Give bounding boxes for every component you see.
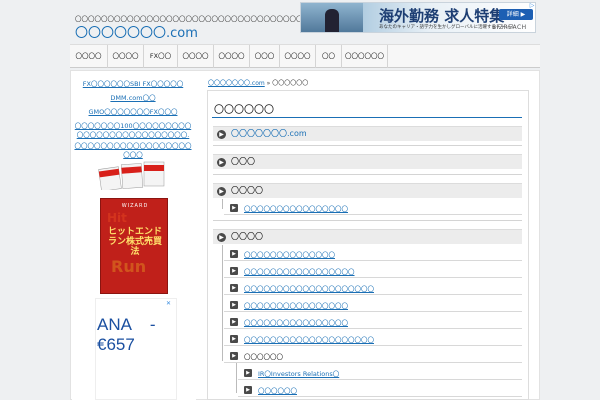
- ad-person-image: [325, 9, 339, 32]
- nav-item-6[interactable]: 〇〇〇: [250, 45, 280, 68]
- page-title: 〇〇〇〇〇〇: [214, 105, 274, 116]
- ad-detail-button[interactable]: 詳細 ▶: [499, 9, 533, 20]
- title-underline: [212, 117, 522, 118]
- arrow-right-icon: ▶: [230, 250, 238, 258]
- header-ad-banner[interactable]: 海外勤務 求人特集 あなたのキャリア・語学力を生かしグローバルに活躍するチャンス…: [300, 2, 536, 33]
- nav-item-1[interactable]: 〇〇〇〇: [70, 45, 108, 68]
- list-item-nested[interactable]: ▶ 〇〇〇〇〇〇: [238, 382, 522, 397]
- sidebar-link-5[interactable]: 〇〇〇〇〇〇〇〇〇〇〇〇〇〇〇〇〇〇〇〇〇: [74, 142, 192, 160]
- breadcrumb-home-link[interactable]: 〇〇〇〇〇〇〇.com: [208, 80, 265, 87]
- list-item-label-ir[interactable]: IR〇Investors Relations〇: [258, 368, 339, 378]
- section-4[interactable]: ▶ 〇〇〇〇: [213, 229, 522, 244]
- arrow-right-icon: ▶: [230, 204, 238, 212]
- list-item[interactable]: ▶ 〇〇〇〇〇〇〇〇〇〇〇〇〇〇〇〇: [224, 297, 522, 312]
- ad-photo: [301, 3, 363, 32]
- ad-close-icon[interactable]: ✕: [166, 300, 171, 307]
- sidebar-link-dmm[interactable]: DMM.com〇〇: [74, 94, 192, 103]
- ad-choices-icon[interactable]: ▷: [528, 2, 536, 10]
- main-nav: 〇〇〇〇 〇〇〇〇 FX〇〇 〇〇〇〇 〇〇〇〇 〇〇〇 〇〇〇〇 〇〇 〇〇〇…: [70, 44, 540, 68]
- arrow-right-icon: ▶: [230, 267, 238, 275]
- list-item-label[interactable]: 〇〇〇〇〇〇: [258, 385, 297, 395]
- list-item-label[interactable]: 〇〇〇〇〇〇〇〇〇〇〇〇〇〇〇〇: [244, 203, 348, 213]
- list-item-label[interactable]: 〇〇〇〇〇〇〇〇〇〇〇〇〇〇〇〇: [244, 300, 348, 310]
- section-label-3[interactable]: 〇〇〇〇: [231, 185, 263, 196]
- book-run-text: Run: [111, 257, 147, 276]
- list-item[interactable]: ▶ 〇〇〇〇〇〇〇〇〇〇〇〇〇〇〇〇〇〇〇〇: [224, 280, 522, 295]
- nav-item-fx[interactable]: FX〇〇: [144, 45, 178, 68]
- site-logo-link[interactable]: 〇〇〇〇〇〇〇.com: [75, 22, 198, 41]
- nav-item-9[interactable]: 〇〇〇〇〇〇: [342, 45, 388, 68]
- arrow-right-icon: ▶: [244, 386, 252, 394]
- sidebar-ad[interactable]: ✕ ANA - €657: [95, 298, 177, 400]
- list-item[interactable]: ▶ 〇〇〇〇〇〇〇〇〇〇〇〇〇〇〇〇: [224, 200, 522, 215]
- ad-brand-logo: BIZREACH: [492, 24, 527, 31]
- sidebar-link-4[interactable]: 〇〇〇〇〇〇〇100〇〇〇〇〇〇〇〇〇〇〇〇〇〇〇〇〇〇〇〇〇〇〇〇〇〇.: [74, 122, 192, 140]
- arrow-right-icon: ▶: [230, 335, 238, 343]
- list-item-label[interactable]: 〇〇〇〇〇〇: [244, 351, 283, 361]
- section-site-home[interactable]: ▶ 〇〇〇〇〇〇〇.com: [213, 126, 522, 141]
- nav-item-4[interactable]: 〇〇〇〇: [178, 45, 214, 68]
- arrow-right-icon: ▶: [230, 284, 238, 292]
- arrow-right-icon: ▶: [244, 369, 252, 377]
- nav-item-5[interactable]: 〇〇〇〇: [214, 45, 250, 68]
- sidebar-ad-text: ANA - €657: [97, 315, 156, 354]
- page: 〇〇〇〇〇〇〇〇〇〇〇〇〇〇〇〇〇〇〇〇〇〇〇〇〇〇〇〇〇〇〇〇〇〇〇〇〇〇〇〇…: [0, 0, 600, 400]
- list-item[interactable]: ▶ 〇〇〇〇〇〇〇〇〇〇〇〇〇〇: [224, 246, 522, 261]
- list-item-label[interactable]: 〇〇〇〇〇〇〇〇〇〇〇〇〇〇〇〇〇〇〇〇: [244, 334, 374, 344]
- tree-line: [222, 199, 223, 209]
- list-item[interactable]: ▶ 〇〇〇〇〇〇〇〇〇〇〇〇〇〇〇〇: [224, 314, 522, 329]
- section-3[interactable]: ▶ 〇〇〇〇: [213, 183, 522, 198]
- arrow-right-icon: ▶: [230, 301, 238, 309]
- list-item[interactable]: ▶ 〇〇〇〇〇〇〇〇〇〇〇〇〇〇〇〇〇〇〇〇: [224, 331, 522, 346]
- tree-line: [222, 245, 223, 361]
- nav-item-7[interactable]: 〇〇〇〇: [280, 45, 316, 68]
- arrow-right-icon: ▶: [217, 158, 226, 167]
- book-set-image[interactable]: [98, 160, 166, 190]
- list-item-label[interactable]: 〇〇〇〇〇〇〇〇〇〇〇〇〇〇〇〇: [244, 317, 348, 327]
- divider: [213, 174, 522, 175]
- list-item-label[interactable]: 〇〇〇〇〇〇〇〇〇〇〇〇〇〇: [244, 249, 335, 259]
- list-item-label[interactable]: 〇〇〇〇〇〇〇〇〇〇〇〇〇〇〇〇〇〇〇〇: [244, 283, 374, 293]
- book-publisher-band: WIZARD: [121, 203, 149, 209]
- section-label-4[interactable]: 〇〇〇〇: [231, 231, 263, 242]
- book-title: ヒットエンドラン株式売買法: [107, 227, 162, 257]
- sidebar-link-sbi-fx[interactable]: FX〇〇〇〇〇〇SBI FX〇〇〇〇〇: [74, 80, 192, 89]
- nav-item-2[interactable]: 〇〇〇〇: [108, 45, 144, 68]
- site-header: 〇〇〇〇〇〇〇〇〇〇〇〇〇〇〇〇〇〇〇〇〇〇〇〇〇〇〇〇〇〇〇〇〇〇〇〇〇〇〇〇…: [0, 0, 600, 44]
- section-2[interactable]: ▶ 〇〇〇: [213, 154, 522, 169]
- breadcrumb-current: 〇〇〇〇〇〇: [272, 80, 309, 87]
- list-item-label[interactable]: 〇〇〇〇〇〇〇〇〇〇〇〇〇〇〇〇〇: [244, 266, 355, 276]
- arrow-right-icon: ▶: [230, 352, 238, 360]
- section-label-2[interactable]: 〇〇〇: [231, 156, 255, 167]
- divider: [213, 145, 522, 146]
- list-item[interactable]: ▶ 〇〇〇〇〇〇〇〇〇〇〇〇〇〇〇〇〇: [224, 263, 522, 278]
- tree-line: [236, 363, 237, 393]
- book-hit-text: Hit: [107, 211, 127, 225]
- arrow-right-icon: ▶: [217, 130, 226, 139]
- divider: [213, 220, 522, 221]
- arrow-right-icon: ▶: [217, 233, 226, 242]
- arrow-right-icon: ▶: [217, 187, 226, 196]
- list-item-nested[interactable]: ▶ IR〇Investors Relations〇: [238, 365, 522, 380]
- breadcrumb: 〇〇〇〇〇〇〇.com » 〇〇〇〇〇〇: [208, 78, 308, 87]
- section-label-home[interactable]: 〇〇〇〇〇〇〇.com: [231, 128, 307, 139]
- book-cover-hit-and-run[interactable]: WIZARD Hit ヒットエンドラン株式売買法 Run: [100, 198, 168, 294]
- ad-headline: 海外勤務 求人特集: [379, 7, 505, 25]
- nav-item-8[interactable]: 〇〇: [316, 45, 342, 68]
- list-item-folder[interactable]: ▶ 〇〇〇〇〇〇: [224, 348, 522, 363]
- arrow-right-icon: ▶: [230, 318, 238, 326]
- sidebar-link-gmo[interactable]: GMO〇〇〇〇〇〇〇FX〇〇〇: [74, 108, 192, 117]
